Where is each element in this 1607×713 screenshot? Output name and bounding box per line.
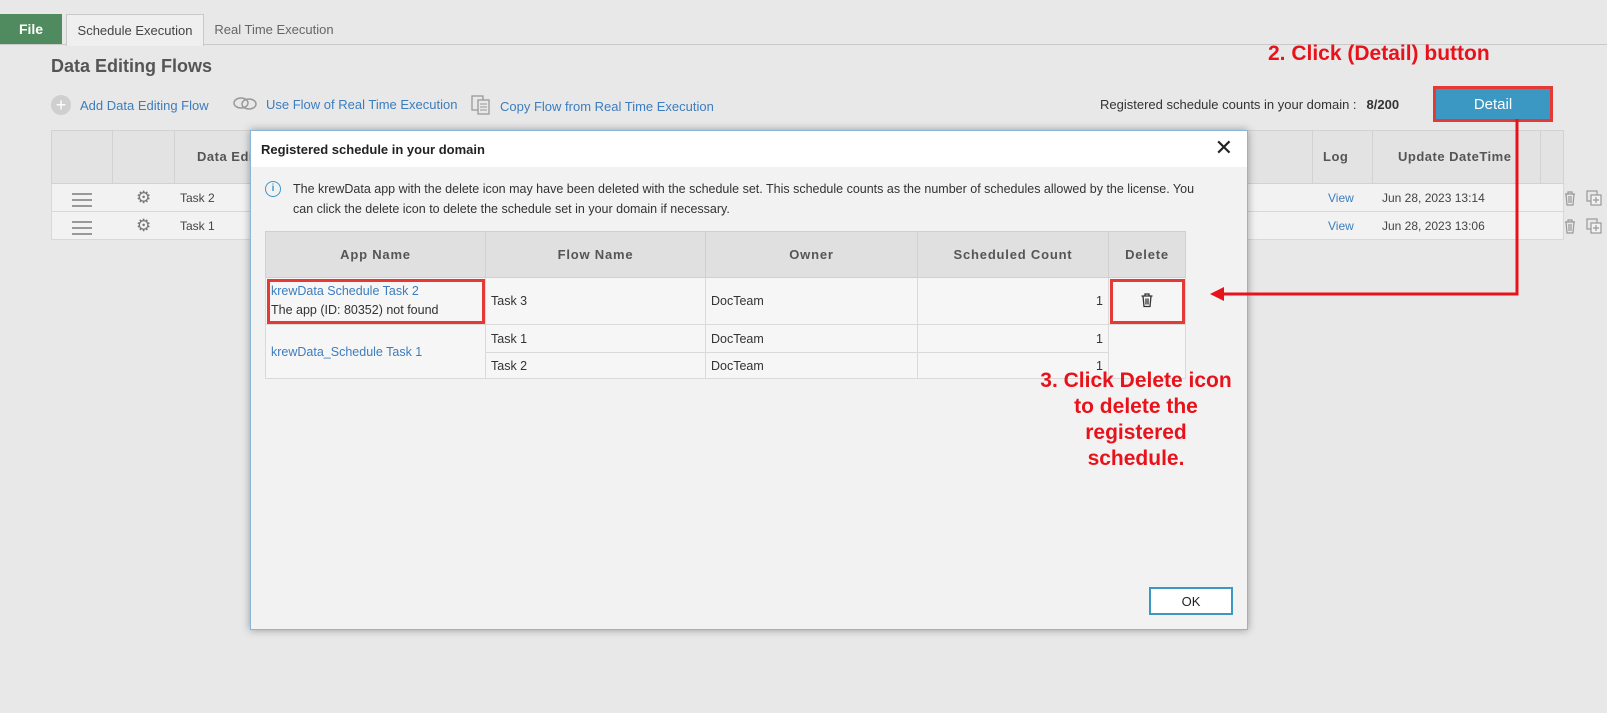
- row-update-datetime: Jun 28, 2023 13:14: [1382, 191, 1485, 205]
- header-update-datetime: Update DateTime: [1398, 149, 1512, 164]
- log-view-link[interactable]: View: [1328, 219, 1354, 233]
- column-delete: Delete: [1108, 231, 1186, 278]
- annotation-step-3: 3. Click Delete icon to delete the regis…: [1040, 369, 1232, 470]
- gear-icon[interactable]: ⚙: [136, 216, 151, 236]
- schedule-count-value: 8/200: [1366, 97, 1400, 112]
- owner-cell: DocTeam: [705, 324, 918, 353]
- table-row: krewData Schedule Task 2 The app (ID: 80…: [265, 277, 1186, 325]
- drag-handle-icon[interactable]: [72, 193, 92, 207]
- detail-button[interactable]: Detail: [1433, 86, 1553, 122]
- dialog-header: Registered schedule in your domain: [251, 131, 1247, 167]
- owner-cell: DocTeam: [705, 277, 918, 325]
- drag-handle-icon[interactable]: [72, 221, 92, 235]
- close-icon[interactable]: ✕: [1215, 137, 1233, 159]
- log-view-link[interactable]: View: [1328, 191, 1354, 205]
- header-log: Log: [1323, 149, 1349, 164]
- schedule-table: App Name Flow Name Owner Scheduled Count…: [265, 231, 1186, 379]
- info-text: The krewData app with the delete icon ma…: [293, 182, 1195, 216]
- table-row: krewData_Schedule Task 1 Task 1 DocTeam …: [265, 324, 1186, 379]
- app-name-link[interactable]: krewData Schedule Task 2: [271, 284, 419, 298]
- schedule-count-label: Registered schedule counts in your domai…: [1100, 97, 1399, 112]
- copy-flow-button[interactable]: Copy Flow from Real Time Execution: [471, 95, 714, 118]
- use-flow-label: Use Flow of Real Time Execution: [266, 97, 458, 112]
- flow-name-cell: Task 1: [485, 324, 706, 353]
- gear-icon[interactable]: ⚙: [136, 188, 151, 208]
- column-app-name: App Name: [265, 231, 486, 278]
- trash-icon[interactable]: [1562, 190, 1578, 206]
- count-cell: 1: [917, 277, 1109, 325]
- owner-cell: DocTeam: [705, 352, 918, 379]
- add-flow-label: Add Data Editing Flow: [80, 97, 209, 113]
- flow-name-cell: Task 2: [485, 352, 706, 379]
- copy-document-icon: [471, 95, 491, 118]
- top-tab-bar: File Schedule Execution Real Time Execut…: [0, 0, 1607, 46]
- app-not-found-note: The app (ID: 80352) not found: [271, 303, 439, 317]
- row-name: Task 1: [180, 219, 215, 233]
- duplicate-icon[interactable]: [1586, 218, 1602, 234]
- column-owner: Owner: [705, 231, 918, 278]
- ok-button[interactable]: OK: [1149, 587, 1233, 615]
- tab-schedule-execution[interactable]: Schedule Execution: [66, 14, 204, 46]
- file-tab[interactable]: File: [0, 14, 62, 44]
- dialog-title: Registered schedule in your domain: [261, 141, 485, 157]
- app-name-link[interactable]: krewData_Schedule Task 1: [271, 345, 422, 359]
- use-flow-button[interactable]: Use Flow of Real Time Execution: [233, 95, 457, 114]
- plus-circle-icon: +: [51, 95, 71, 115]
- annotation-step-2: 2. Click (Detail) button: [1268, 42, 1490, 65]
- row-update-datetime: Jun 28, 2023 13:06: [1382, 219, 1485, 233]
- delete-cell: [1108, 277, 1186, 325]
- column-scheduled-count: Scheduled Count: [917, 231, 1109, 278]
- flow-name-cell: Task 3: [485, 277, 706, 325]
- info-icon: i: [265, 181, 281, 197]
- trash-icon[interactable]: [1139, 292, 1155, 308]
- info-message: i The krewData app with the delete icon …: [265, 179, 1205, 219]
- copy-flow-label: Copy Flow from Real Time Execution: [500, 99, 714, 114]
- trash-icon[interactable]: [1562, 218, 1578, 234]
- app-name-cell: krewData_Schedule Task 1: [265, 324, 486, 379]
- page-title: Data Editing Flows: [51, 56, 213, 76]
- duplicate-icon[interactable]: [1586, 190, 1602, 206]
- header-data-editing: Data Edi: [197, 149, 254, 164]
- app-name-cell: krewData Schedule Task 2 The app (ID: 80…: [265, 277, 486, 325]
- count-cell: 1: [917, 324, 1109, 353]
- add-flow-button[interactable]: + Add Data Editing Flow: [51, 95, 209, 115]
- tab-real-time-execution[interactable]: Real Time Execution: [210, 14, 338, 44]
- schedule-count-text: Registered schedule counts in your domai…: [1100, 97, 1357, 112]
- link-icon: [233, 95, 257, 114]
- row-name: Task 2: [180, 191, 215, 205]
- column-flow-name: Flow Name: [485, 231, 706, 278]
